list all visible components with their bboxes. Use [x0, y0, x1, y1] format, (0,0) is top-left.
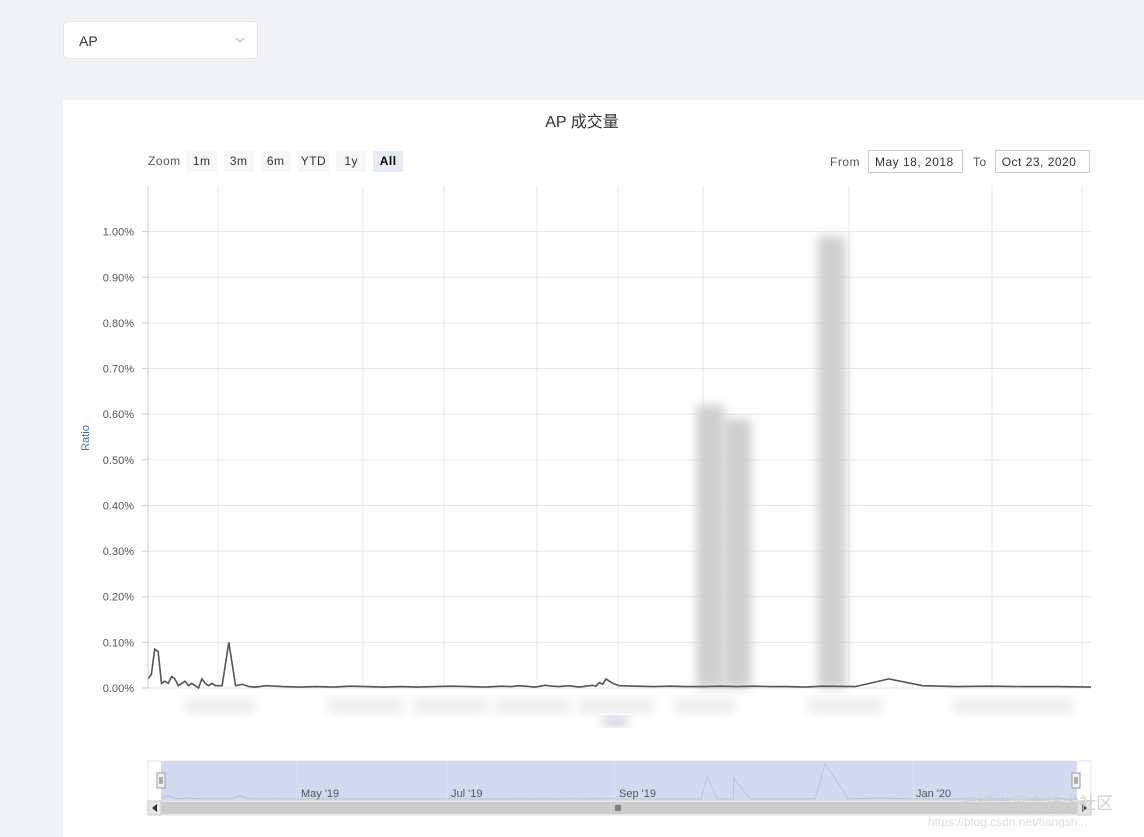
- y-axis-title: Ratio: [80, 425, 92, 451]
- series-line-path: [147, 642, 1092, 690]
- series-line: [147, 642, 1092, 690]
- ratio-chart: 0.00% 0.10% 0.20% 0.30% 0.40% 0.50% 0.60% 0.70%…: [80, 186, 1113, 829]
- blurred-bars: [696, 236, 846, 688]
- y-tick-label: 0.00%: [103, 683, 134, 695]
- y-tick-label: 0.30%: [103, 546, 134, 558]
- y-tick-label: 0.10%: [103, 637, 134, 649]
- chart-card: AP 成交量 Zoom 1m 3m 6m YTD 1y All From To …: [63, 100, 1144, 837]
- scrollbar-thumb[interactable]: [161, 802, 1077, 814]
- scrollbar[interactable]: [147, 800, 1092, 816]
- contract-select[interactable]: AP: [63, 21, 258, 59]
- y-axis: 0.00% 0.10% 0.20% 0.30% 0.40% 0.50% 0.60% 0.70%…: [103, 186, 149, 695]
- y-tick-label: 1.00%: [103, 227, 134, 239]
- y-tick-label: 0.60%: [103, 409, 134, 421]
- navigator-label-jul19: Jul '19: [451, 788, 482, 800]
- navigator-label-may19: May '19: [301, 788, 339, 800]
- navigator[interactable]: May '19 Jul '19 Sep '19 Jan '20: [147, 760, 1092, 802]
- y-tick-label: 0.40%: [103, 500, 134, 512]
- navigator-label-sep19: Sep '19: [619, 788, 656, 800]
- y-tick-label: 0.70%: [103, 364, 134, 376]
- redacted-bar: [723, 418, 752, 688]
- y-tick-label: 0.90%: [103, 272, 134, 284]
- chevron-down-icon: [235, 37, 245, 43]
- navigator-handle-left[interactable]: [156, 772, 166, 789]
- navigator-handle-right[interactable]: [1071, 772, 1081, 789]
- redacted-bar: [817, 236, 846, 688]
- grid-lines: [148, 186, 1091, 689]
- redacted-bar: [696, 405, 725, 688]
- watermark-text: @稀土掘金技术社区: [960, 794, 1113, 813]
- y-tick-label: 0.80%: [103, 318, 134, 330]
- x-axis-labels-redacted: [185, 698, 1073, 726]
- watermark-url: https://blog.csdn.net/tiangsh...: [928, 815, 1087, 829]
- contract-select-value: AP: [79, 33, 98, 49]
- y-tick-label: 0.50%: [103, 455, 134, 467]
- navigator-label-jan20: Jan '20: [916, 788, 951, 800]
- y-tick-label: 0.20%: [103, 592, 134, 604]
